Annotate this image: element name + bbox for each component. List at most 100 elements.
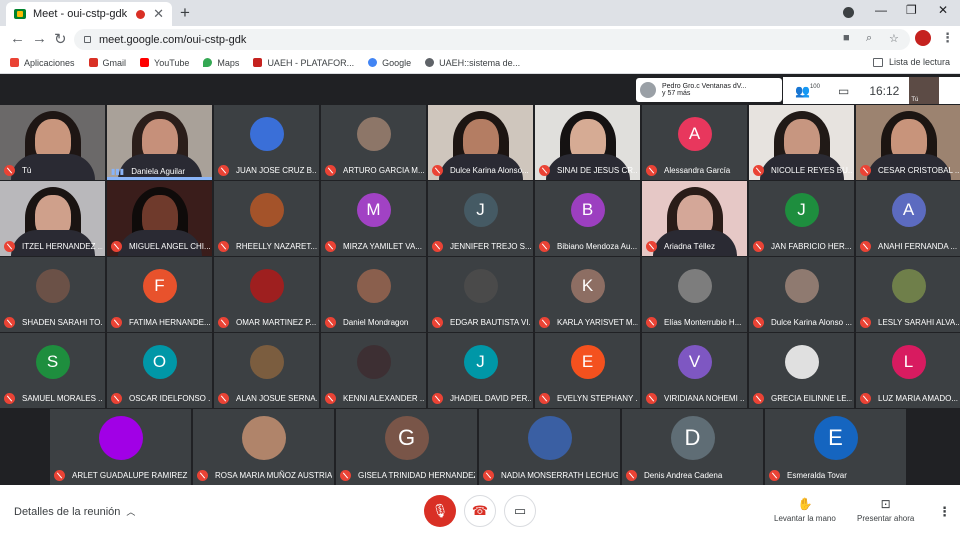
participant-tile[interactable]: B Bibiano Mendoza Au... — [535, 181, 640, 256]
new-tab-button[interactable]: + — [180, 3, 190, 23]
bookmark-gmail[interactable]: Gmail — [88, 58, 126, 68]
muted-mic-icon — [4, 393, 15, 404]
participant-tile[interactable]: J JENNIFER TREJO S... — [428, 181, 533, 256]
participant-name-row: SAMUEL MORALES ... — [4, 393, 103, 404]
microphone-toggle-button[interactable]: 🎙 — [424, 495, 456, 527]
participant-tile[interactable]: Tú — [0, 105, 105, 180]
participant-tile[interactable]: ALAN JOSUE SERNA... — [214, 333, 319, 408]
participant-tile[interactable]: ITZEL HERNANDEZ ... — [0, 181, 105, 256]
participant-tile[interactable]: NICOLLE REYES BU... — [749, 105, 854, 180]
participant-name-row: Tú — [4, 165, 103, 176]
hang-up-icon: ☎ — [471, 503, 489, 518]
back-icon[interactable]: ← — [10, 30, 25, 47]
participant-name-row: SINAI DE JESUS CR... — [539, 165, 638, 176]
participant-avatar: J — [463, 192, 498, 227]
participant-name-row: LUZ MARIA AMADO... — [860, 393, 959, 404]
participant-name: FATIMA HERNANDE... — [129, 318, 210, 327]
participant-tile[interactable]: J JAN FABRICIO HER... — [749, 181, 854, 256]
participant-tile[interactable]: Ariadna Téllez — [642, 181, 747, 256]
maximize-button[interactable]: ❐ — [906, 3, 917, 17]
camera-toggle-button[interactable]: ▭ — [504, 495, 536, 527]
participant-name: OMAR MARTINEZ P... — [236, 318, 317, 327]
presenter-info[interactable]: Pedro Gro.c Ventanas dV... y 57 más — [636, 78, 782, 102]
bookmark-apps[interactable]: Aplicaciones — [10, 58, 75, 68]
participant-tile[interactable]: L LUZ MARIA AMADO... — [856, 333, 960, 408]
participant-tile[interactable]: CESAR CRISTOBAL ... — [856, 105, 960, 180]
close-window-button[interactable]: ✕ — [938, 3, 948, 17]
participant-name: JUAN JOSE CRUZ B... — [236, 166, 317, 175]
more-options-icon[interactable]: ⋮ — [938, 504, 951, 520]
participant-tile[interactable]: GRECIA EILINNE LE... — [749, 333, 854, 408]
reading-list-button[interactable]: Lista de lectura — [872, 57, 950, 67]
participant-tile[interactable]: ARTURO GARCIA M... — [321, 105, 426, 180]
meeting-details-button[interactable]: Detalles de la reunión ︿ — [14, 505, 135, 518]
participant-tile[interactable]: J JHADIEL DAVID PER... — [428, 333, 533, 408]
participant-tile[interactable]: G GISELA TRINIDAD HERNANDEZ — [336, 409, 477, 485]
participant-tile[interactable]: SHADEN SARAHI TO... — [0, 257, 105, 332]
muted-mic-icon — [218, 317, 229, 328]
participant-tile[interactable]: E EVELYN STEPHANY ... — [535, 333, 640, 408]
participant-tile[interactable]: A Alessandra García — [642, 105, 747, 180]
participant-tile[interactable]: S SAMUEL MORALES ... — [0, 333, 105, 408]
present-now-button[interactable]: ⊡ Presentar ahora — [857, 497, 914, 523]
zoom-icon[interactable]: ⌕ — [866, 32, 872, 45]
participant-name: ALAN JOSUE SERNA... — [236, 394, 317, 403]
participant-name-row: LESLY SARAHI ALVA... — [860, 317, 959, 328]
participant-tile[interactable]: Elías Monterrubio H... — [642, 257, 747, 332]
youtube-icon — [140, 58, 150, 67]
camera-permission-icon[interactable]: ■ — [843, 32, 850, 44]
gmail-icon — [88, 58, 98, 67]
participant-avatar — [356, 268, 391, 303]
participant-tile[interactable]: KENNI ALEXANDER ... — [321, 333, 426, 408]
participant-name: GRECIA EILINNE LE... — [771, 394, 852, 403]
participant-tile[interactable]: M MIRZA YAMILET VA... — [321, 181, 426, 256]
participant-tile[interactable]: EDGAR BAUTISTA VI... — [428, 257, 533, 332]
participant-tile[interactable]: RHEELLY NAZARET... — [214, 181, 319, 256]
participant-tile[interactable]: OMAR MARTINEZ P... — [214, 257, 319, 332]
bookmark-google[interactable]: Google — [368, 58, 411, 68]
participant-tile[interactable]: Dulce Karina Alonso ... — [749, 257, 854, 332]
extension-icon[interactable] — [915, 30, 931, 46]
bookmark-uaeh-sistema[interactable]: UAEH::sistema de... — [425, 58, 520, 68]
participant-tile[interactable]: V VIRIDIANA NOHEMI ... — [642, 333, 747, 408]
people-icon[interactable]: 👥 — [795, 84, 810, 98]
participant-tile[interactable]: Daniel Mondragon — [321, 257, 426, 332]
bookmark-maps[interactable]: Maps — [203, 58, 239, 68]
participant-tile[interactable]: F FATIMA HERNANDE... — [107, 257, 212, 332]
participant-name-row: RHEELLY NAZARET... — [218, 241, 317, 252]
participant-avatar — [241, 415, 286, 460]
browser-menu-icon[interactable]: ⋮ — [941, 30, 954, 46]
bookmark-youtube[interactable]: YouTube — [140, 58, 189, 68]
participant-tile[interactable]: ARLET GUADALUPE RAMIREZ ... — [50, 409, 191, 485]
muted-mic-icon — [4, 317, 15, 328]
bookmark-star-icon[interactable]: ☆ — [889, 32, 899, 45]
tab-close-icon[interactable]: ✕ — [153, 6, 164, 22]
participant-tile[interactable]: A ANAHI FERNANDA ... — [856, 181, 960, 256]
participant-tile[interactable]: Dulce Karina Alonso... — [428, 105, 533, 180]
self-view-thumbnail[interactable]: Tú — [909, 77, 940, 104]
bookmark-uaeh-plataforma[interactable]: UAEH - PLATAFOR... — [253, 58, 354, 68]
profile-icon[interactable] — [843, 7, 854, 18]
participant-tile[interactable]: NADIA MONSERRATH LECHUG... — [479, 409, 620, 485]
address-bar[interactable]: meet.google.com/oui-cstp-gdk — [74, 29, 910, 50]
participant-tile[interactable]: ▮▮▮ Daniela Aguilar — [107, 105, 212, 180]
participant-tile[interactable]: ROSA MARIA MUÑOZ AUSTRIA — [193, 409, 334, 485]
browser-tab-meet[interactable]: Meet - oui-cstp-gdk ✕ — [6, 2, 172, 26]
participant-tile[interactable]: K KARLA YARISVET M... — [535, 257, 640, 332]
raise-hand-button[interactable]: ✋ Levantar la mano — [774, 497, 836, 523]
minimize-button[interactable]: — — [875, 3, 887, 17]
forward-icon[interactable]: → — [32, 30, 47, 47]
leave-call-button[interactable]: ☎ — [464, 495, 496, 527]
participant-tile[interactable]: JUAN JOSE CRUZ B... — [214, 105, 319, 180]
reload-icon[interactable]: ↻ — [54, 30, 67, 48]
participant-tile[interactable]: SINAI DE JESUS CR... — [535, 105, 640, 180]
participant-tile[interactable]: D Denis Andrea Cadena — [622, 409, 763, 485]
participant-name: Dulce Karina Alonso... — [450, 166, 529, 175]
participant-tile[interactable]: O OSCAR IDELFONSO ... — [107, 333, 212, 408]
participant-tile[interactable]: LESLY SARAHI ALVA... — [856, 257, 960, 332]
muted-mic-icon — [432, 165, 443, 176]
muted-mic-icon — [54, 470, 65, 481]
participant-tile[interactable]: E Esmeralda Tovar — [765, 409, 906, 485]
participant-tile[interactable]: MIGUEL ANGEL CHI... — [107, 181, 212, 256]
chat-icon[interactable]: ▭ — [838, 84, 849, 98]
